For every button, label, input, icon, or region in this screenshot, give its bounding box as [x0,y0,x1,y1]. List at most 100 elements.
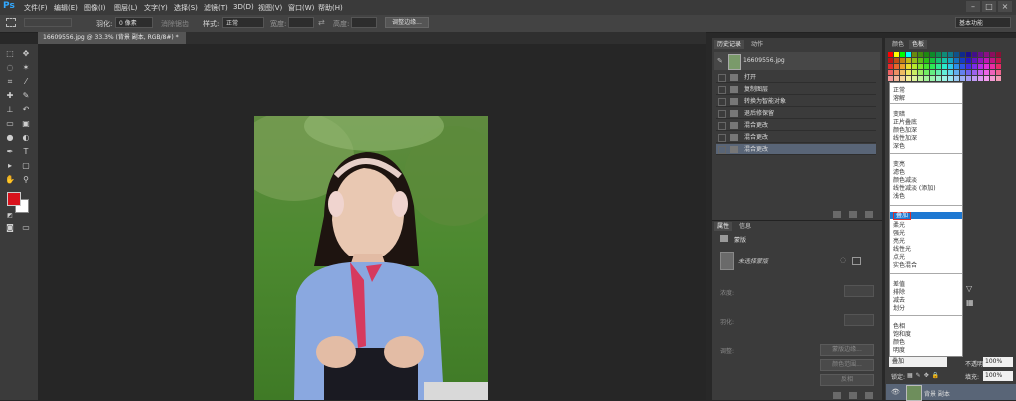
swatch-cell[interactable] [900,52,905,57]
menu-window[interactable]: 窗口(W) [288,3,314,13]
history-checkbox[interactable] [718,122,726,130]
swatch-cell[interactable] [978,70,983,75]
swatch-cell[interactable] [948,52,953,57]
clone-stamp-icon[interactable]: ⊥ [3,104,17,115]
swatch-cell[interactable] [924,52,929,57]
menu-select[interactable]: 选择(S) [174,3,198,13]
tab-properties[interactable]: 属性 [714,222,733,231]
opacity-input[interactable]: 100% [983,357,1013,367]
crop-icon[interactable]: ⌗ [3,76,17,87]
swatch-cell[interactable] [906,58,911,63]
magic-wand-icon[interactable]: ✶ [19,62,33,73]
blend-option[interactable]: 浅色 [893,191,905,200]
history-item[interactable]: 打开 [716,72,876,83]
swatch-cell[interactable] [930,52,935,57]
screen-mode-icon[interactable]: ▭ [19,222,33,233]
delete-mask-icon[interactable] [865,392,873,399]
swatch-cell[interactable] [930,58,935,63]
swatch-cell[interactable] [948,58,953,63]
swatch-cell[interactable] [978,76,983,81]
swatch-cell[interactable] [936,52,941,57]
blend-option-selected[interactable]: 叠加 [893,212,912,220]
swatch-cell[interactable] [990,52,995,57]
swatch-cell[interactable] [966,70,971,75]
swatch-cell[interactable] [990,64,995,69]
brush-icon[interactable]: ✎ [19,90,33,101]
swatch-cell[interactable] [930,76,935,81]
antialias-checkbox[interactable]: 消除锯齿 [161,19,189,29]
swatch-cell[interactable] [912,64,917,69]
tab-history[interactable]: 历史记录 [714,40,745,49]
history-checkbox[interactable] [718,98,726,106]
blend-mode-dropdown[interactable]: 正常 溶解 变暗 正片叠底 颜色加深 线性加深 深色 变亮 滤色 颜色减淡 线性… [889,82,963,357]
blend-option[interactable]: 实色混合 [893,260,917,269]
zoom-icon[interactable]: ⚲ [19,174,33,185]
swatch-cell[interactable] [960,76,965,81]
swatch-cell[interactable] [918,52,923,57]
swatch-cell[interactable] [978,64,983,69]
swatch-cell[interactable] [984,70,989,75]
shape-icon[interactable]: ▢ [19,160,33,171]
swatch-cell[interactable] [942,58,947,63]
density-input[interactable] [844,285,874,297]
swatch-cell[interactable] [930,64,935,69]
swatch-cell[interactable] [948,76,953,81]
swatch-cell[interactable] [972,76,977,81]
refine-edge-button[interactable]: 调整边缘... [385,17,429,28]
swatch-cell[interactable] [984,64,989,69]
swatch-cell[interactable] [978,58,983,63]
swatch-cell[interactable] [996,58,1001,63]
eyedropper-icon[interactable]: ⁄ [19,76,33,87]
width-input[interactable] [288,17,314,28]
load-selection-icon[interactable] [833,392,841,399]
swatch-cell[interactable] [912,58,917,63]
swatch-cell[interactable] [912,70,917,75]
path-select-icon[interactable]: ▸ [3,160,17,171]
swatch-cell[interactable] [960,58,965,63]
swatch-cell[interactable] [972,70,977,75]
swatch-cell[interactable] [936,76,941,81]
history-checkbox[interactable] [718,134,726,142]
swatch-cell[interactable] [918,64,923,69]
swatch-cell[interactable] [984,76,989,81]
tab-color[interactable]: 颜色 [889,40,907,49]
history-item[interactable]: 退后修保留 [716,108,876,119]
history-brush-source-icon[interactable]: ✎ [717,57,723,65]
type-icon[interactable]: T [19,146,33,157]
history-item[interactable]: 转换为智能对象 [716,96,876,107]
blur-icon[interactable]: ● [3,132,17,143]
swap-icon[interactable]: ⇄ [318,18,325,27]
menu-image[interactable]: 图像(I) [84,3,106,13]
hand-icon[interactable]: ✋ [3,174,17,185]
dodge-icon[interactable]: ◐ [19,132,33,143]
history-brush-icon[interactable]: ↶ [19,104,33,115]
swatch-cell[interactable] [966,52,971,57]
color-range-button[interactable]: 颜色范围... [820,359,874,371]
swatch-cell[interactable] [984,52,989,57]
swatch-cell[interactable] [990,76,995,81]
workspace-select[interactable]: 基本功能 [955,17,1011,28]
feather-input[interactable]: 0 像素 [115,17,153,28]
gradient-icon[interactable]: ▣ [19,118,33,129]
blend-option[interactable]: 明度 [893,345,905,354]
swatch-cell[interactable] [900,64,905,69]
swatch-cell[interactable] [954,52,959,57]
history-checkbox[interactable] [718,74,726,82]
adjust-triangle-icon[interactable]: ▽ [966,284,972,293]
swatch-cell[interactable] [960,64,965,69]
swatch-cell[interactable] [996,64,1001,69]
pixel-mask-icon[interactable] [720,252,734,270]
lock-icons[interactable]: ▦✎✥🔒 [907,372,942,379]
swatch-cell[interactable] [924,76,929,81]
swatch-cell[interactable] [954,64,959,69]
swatch-cell[interactable] [966,64,971,69]
swatch-cell[interactable] [960,70,965,75]
swatch-cell[interactable] [966,58,971,63]
fill-input[interactable]: 100% [983,371,1013,381]
swatch-cell[interactable] [954,76,959,81]
menu-filter[interactable]: 滤镜(T) [204,3,228,13]
feather-prop-input[interactable] [844,314,874,326]
blend-option[interactable]: 溶解 [893,93,905,102]
swatch-cell[interactable] [888,52,893,57]
apply-mask-icon[interactable] [849,392,857,399]
